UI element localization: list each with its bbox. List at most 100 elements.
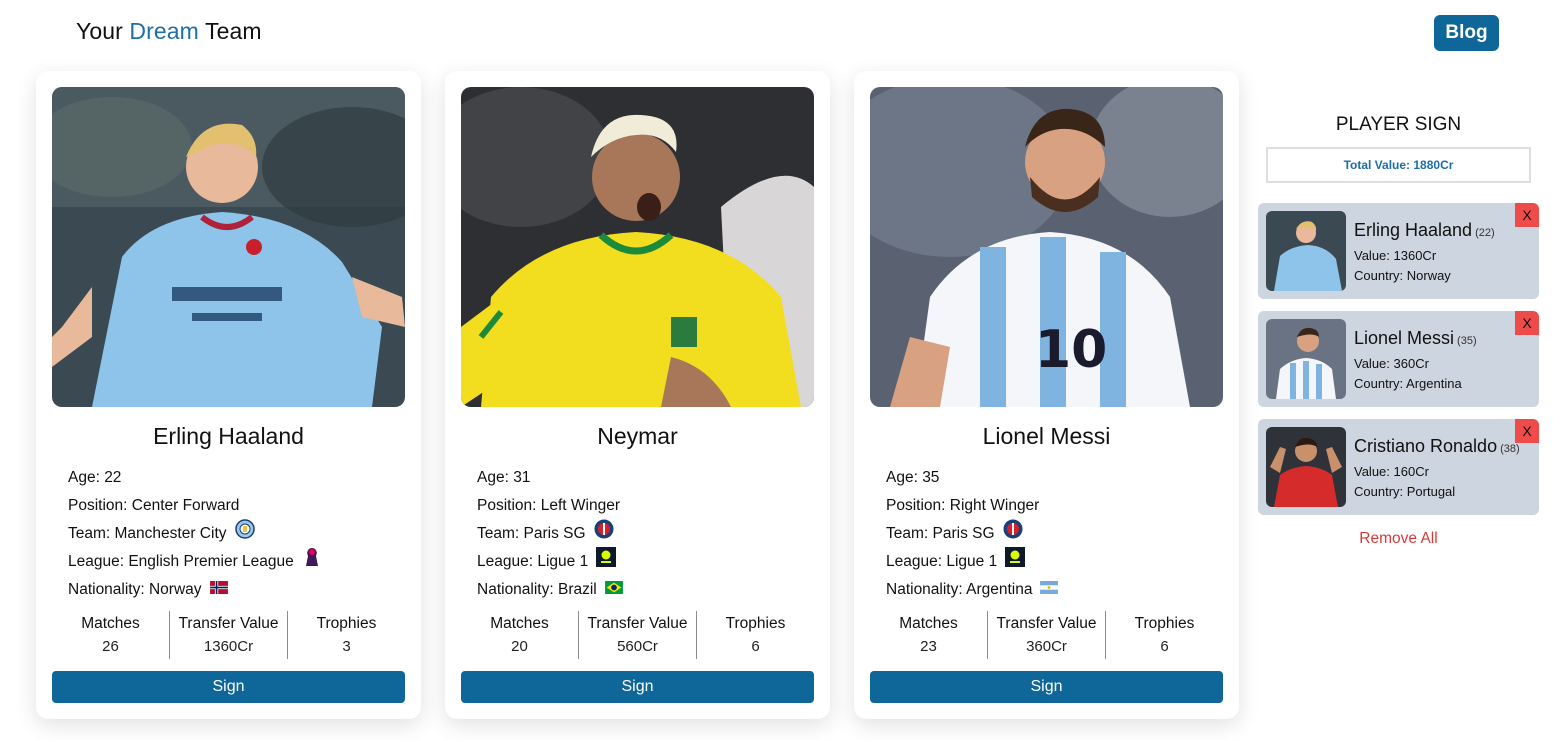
signed-player-country: Country: Norway xyxy=(1354,268,1451,283)
ligue-1-icon xyxy=(1005,547,1026,577)
remove-player-button[interactable]: X xyxy=(1515,311,1539,335)
player-nationality: Nationality: Norway xyxy=(68,581,202,598)
signed-player-country: Country: Portugal xyxy=(1354,484,1456,499)
player-league: League: Ligue 1 xyxy=(886,553,998,570)
player-position: Position: Center Forward xyxy=(68,497,240,514)
player-position: Position: Left Winger xyxy=(477,497,621,514)
player-age: Age: 22 xyxy=(68,469,122,486)
sign-button[interactable]: Sign xyxy=(870,671,1223,703)
stat-value: 360Cr xyxy=(1026,638,1067,655)
player-team: Team: Paris SG xyxy=(886,525,995,542)
stat-trophies: Trophies 6 xyxy=(696,611,814,659)
player-card: Erling Haaland Age: 22 Position: Center … xyxy=(36,71,421,719)
player-league: League: Ligue 1 xyxy=(477,553,589,570)
sign-button[interactable]: Sign xyxy=(461,671,814,703)
player-photo xyxy=(461,87,814,407)
stat-label: Trophies xyxy=(316,615,377,632)
stat-value: 6 xyxy=(1160,638,1169,655)
stat-trophies: Trophies 3 xyxy=(287,611,405,659)
stat-value: 20 xyxy=(511,638,528,655)
signed-name-text: Lionel Messi xyxy=(1354,328,1455,348)
sign-button[interactable]: Sign xyxy=(52,671,405,703)
argentina-flag-icon xyxy=(1040,576,1059,604)
signed-player-age: (35) xyxy=(1457,335,1477,347)
stat-label: Trophies xyxy=(725,615,786,632)
norway-flag-icon xyxy=(209,576,228,604)
signed-name-text: Erling Haaland xyxy=(1354,220,1473,240)
signed-player-age: (38) xyxy=(1500,443,1520,455)
signed-player-item: Lionel Messi (35) Value: 360Cr Country: A… xyxy=(1258,311,1539,407)
svg-text:10: 10 xyxy=(1035,320,1107,380)
stat-value: 1360Cr xyxy=(203,638,254,655)
signed-player-value: Value: 360Cr xyxy=(1354,356,1429,371)
player-stats: Matches 20 Transfer Value 560Cr Trophies 6 xyxy=(461,611,814,659)
signed-player-name: Lionel Messi (35) xyxy=(1354,328,1477,349)
player-photo xyxy=(52,87,405,407)
signed-player-name: Cristiano Ronaldo (38) xyxy=(1354,436,1520,457)
signed-player-age: (22) xyxy=(1475,227,1495,239)
signed-player-thumbnail xyxy=(1266,211,1346,291)
stat-label: Transfer Value xyxy=(178,615,279,632)
stat-label: Matches xyxy=(81,615,140,632)
panel-title: PLAYER SIGN xyxy=(1335,114,1462,135)
remove-all-button[interactable]: Remove All xyxy=(1258,530,1539,548)
signed-player-value: Value: 160Cr xyxy=(1354,464,1429,479)
player-stats: Matches 23 Transfer Value 360Cr Trophies 6 xyxy=(870,611,1223,659)
signed-player-country: Country: Argentina xyxy=(1354,376,1462,391)
app-title: Your Dream Team xyxy=(76,18,262,45)
player-team: Team: Paris SG xyxy=(477,525,586,542)
total-value: Total Value: 1880Cr xyxy=(1266,147,1531,183)
psg-crest-icon xyxy=(594,519,614,549)
premier-league-icon xyxy=(302,546,322,578)
stat-label: Trophies xyxy=(1134,615,1195,632)
ligue-1-icon xyxy=(596,547,617,577)
man-city-crest-icon xyxy=(234,519,255,549)
player-stats: Matches 26 Transfer Value 1360Cr Trophies 3 xyxy=(52,611,405,659)
psg-crest-icon xyxy=(1003,519,1023,549)
player-nationality: Nationality: Argentina xyxy=(886,581,1033,598)
stat-value: 560Cr xyxy=(617,638,658,655)
player-info: Age: 22 Position: Center Forward Team: M… xyxy=(68,464,322,604)
player-name: Neymar xyxy=(597,423,678,449)
player-age: Age: 35 xyxy=(886,469,940,486)
stat-trophies: Trophies 6 xyxy=(1105,611,1223,659)
signed-player-name: Erling Haaland (22) xyxy=(1354,220,1495,241)
stat-value: 23 xyxy=(920,638,937,655)
stat-label: Transfer Value xyxy=(996,615,1097,632)
player-name: Erling Haaland xyxy=(153,423,304,449)
player-age: Age: 31 xyxy=(477,469,531,486)
stat-value: 3 xyxy=(342,638,351,655)
signed-name-text: Cristiano Ronaldo xyxy=(1354,436,1498,456)
title-accent: Dream xyxy=(129,18,199,44)
player-card: 10 Lionel Messi Age: 35 Position: Right … xyxy=(854,71,1239,719)
stat-matches: Matches 20 xyxy=(461,611,578,659)
player-team: Team: Manchester City xyxy=(68,525,227,542)
remove-player-button[interactable]: X xyxy=(1515,203,1539,227)
player-card: Neymar Age: 31 Position: Left Winger Tea… xyxy=(445,71,830,719)
brazil-flag-icon xyxy=(604,576,623,604)
player-name: Lionel Messi xyxy=(982,423,1111,449)
player-photo: 10 xyxy=(870,87,1223,407)
stat-matches: Matches 26 xyxy=(52,611,169,659)
signed-player-value: Value: 1360Cr xyxy=(1354,248,1437,263)
remove-player-button[interactable]: X xyxy=(1515,419,1539,443)
stat-matches: Matches 23 xyxy=(870,611,987,659)
signed-player-thumbnail xyxy=(1266,319,1346,399)
player-info: Age: 35 Position: Right Winger Team: Par… xyxy=(886,464,1059,604)
stat-value: 6 xyxy=(751,638,760,655)
signed-player-item: Erling Haaland (22) Value: 1360Cr Country… xyxy=(1258,203,1539,299)
player-nationality: Nationality: Brazil xyxy=(477,581,597,598)
signed-player-thumbnail xyxy=(1266,427,1346,507)
player-position: Position: Right Winger xyxy=(886,497,1040,514)
title-suffix: Team xyxy=(204,18,262,44)
player-info: Age: 31 Position: Left Winger Team: Pari… xyxy=(477,464,623,604)
stat-value: 26 xyxy=(102,638,119,655)
title-prefix: Your xyxy=(76,18,123,44)
stat-transfer: Transfer Value 560Cr xyxy=(578,611,696,659)
stat-transfer: Transfer Value 1360Cr xyxy=(169,611,287,659)
signed-player-item: Cristiano Ronaldo (38) Value: 160Cr Count… xyxy=(1258,419,1539,515)
player-league: League: English Premier League xyxy=(68,553,294,570)
stat-label: Matches xyxy=(490,615,549,632)
blog-button[interactable]: Blog xyxy=(1434,15,1499,51)
stat-label: Matches xyxy=(899,615,958,632)
